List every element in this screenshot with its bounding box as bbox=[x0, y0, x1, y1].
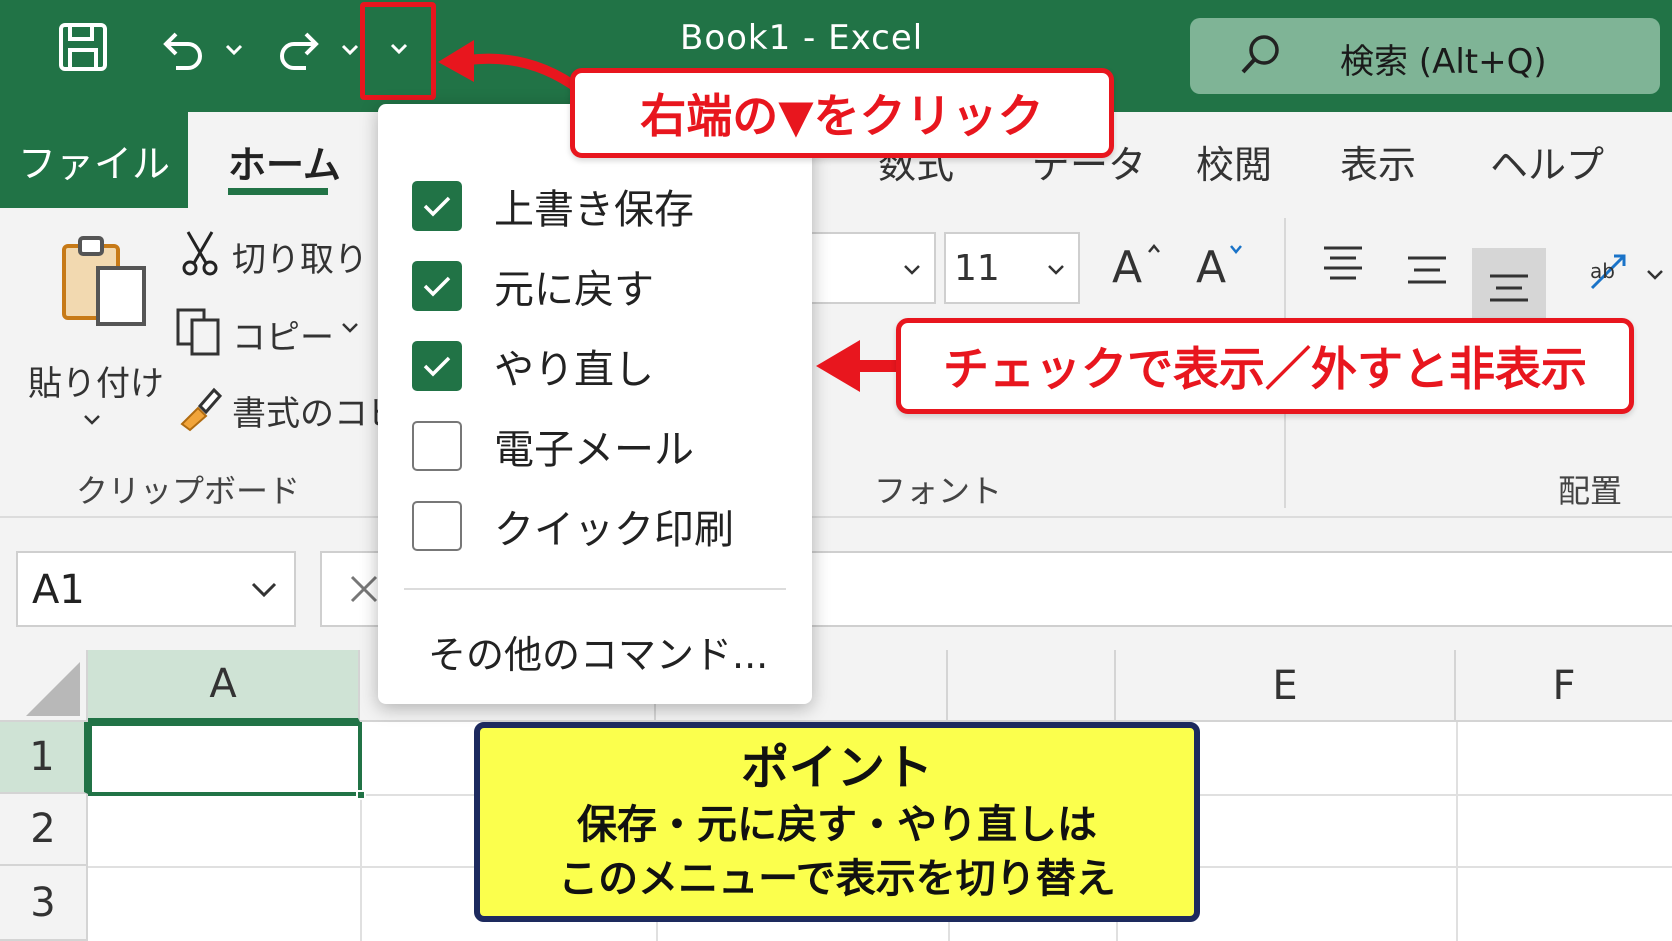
caret-down-icon bbox=[1228, 240, 1244, 259]
font-name-chevron-icon bbox=[902, 262, 922, 281]
active-cell-a1[interactable] bbox=[88, 722, 366, 800]
qat-chevron-highlight bbox=[360, 2, 436, 100]
undo-dropdown-chevron-icon[interactable] bbox=[222, 38, 246, 62]
cancel-x-icon[interactable] bbox=[348, 573, 380, 609]
column-header-f[interactable]: F bbox=[1456, 650, 1672, 722]
menu-item-email[interactable]: 電子メール bbox=[412, 416, 694, 476]
check-toggle-callout: チェックで表示／外すと非表示 bbox=[896, 318, 1634, 414]
text-orientation-icon: ab bbox=[1590, 254, 1626, 290]
font-size-chevron-icon bbox=[1046, 262, 1066, 281]
tab-view[interactable]: 表示 bbox=[1340, 134, 1416, 189]
row-header-2[interactable]: 2 bbox=[0, 794, 88, 866]
font-name-combo[interactable] bbox=[812, 232, 936, 304]
scissors-icon bbox=[180, 228, 220, 282]
checkbox-unchecked-icon[interactable] bbox=[412, 421, 462, 471]
name-box-chevron-icon bbox=[250, 581, 278, 603]
checkbox-checked-icon[interactable] bbox=[412, 181, 462, 231]
tab-help[interactable]: ヘルプ bbox=[1490, 134, 1604, 189]
tab-home-indicator bbox=[228, 188, 328, 195]
align-middle-icon bbox=[1408, 256, 1446, 284]
tab-file[interactable]: ファイル bbox=[0, 112, 188, 208]
menu-item-label: 上書き保存 bbox=[494, 187, 694, 233]
menu-item-label: クイック印刷 bbox=[494, 507, 734, 553]
caret-up-icon bbox=[1146, 240, 1162, 259]
format-painter-button[interactable]: 書式のコピー bbox=[176, 382, 436, 436]
window-title: Book1 - Excel bbox=[680, 18, 924, 58]
qat-customize-menu: 上書き保存 元に戻す やり直し 電子メール クイック印刷 その他のコマンド... bbox=[378, 104, 812, 704]
copy-icon bbox=[174, 306, 224, 360]
font-size-value: 11 bbox=[954, 248, 1000, 289]
copy-label: コピー bbox=[232, 318, 334, 358]
paste-label: 貼り付け bbox=[28, 364, 164, 404]
orientation-button[interactable]: ab bbox=[1584, 248, 1668, 304]
align-top-button[interactable] bbox=[1320, 244, 1370, 294]
tab-home[interactable]: ホーム bbox=[228, 134, 341, 189]
point-line-1: 保存・元に戻す・やり直しは bbox=[577, 802, 1097, 848]
menu-item-label: やり直し bbox=[494, 347, 654, 393]
more-commands-item[interactable]: その他のコマンド... bbox=[428, 624, 768, 679]
search-icon bbox=[1238, 32, 1282, 76]
menu-item-undo[interactable]: 元に戻す bbox=[412, 256, 654, 316]
align-top-icon bbox=[1324, 246, 1362, 280]
column-header-d[interactable] bbox=[948, 650, 1116, 722]
excel-window: Book1 - Excel 検索 (Alt+Q) ファイル ホーム 数式 データ… bbox=[0, 0, 1672, 941]
point-title: ポイント bbox=[740, 740, 933, 796]
column-header-a[interactable]: A bbox=[88, 650, 360, 722]
clipboard-icon bbox=[56, 232, 156, 336]
menu-item-label: 電子メール bbox=[494, 427, 694, 473]
search-placeholder: 検索 (Alt+Q) bbox=[1340, 42, 1547, 82]
name-box[interactable]: A1 bbox=[16, 551, 296, 627]
click-chevron-callout: 右端の▼をクリック bbox=[570, 68, 1114, 158]
alignment-group-label: 配置 bbox=[1558, 472, 1623, 510]
grow-font-label: A bbox=[1112, 242, 1143, 293]
menu-separator bbox=[404, 588, 786, 590]
orientation-chevron-icon bbox=[1646, 266, 1664, 285]
save-icon[interactable] bbox=[58, 22, 108, 72]
row-header-1[interactable]: 1 bbox=[0, 722, 88, 794]
menu-item-save[interactable]: 上書き保存 bbox=[412, 176, 694, 236]
grow-font-button[interactable]: A bbox=[1112, 242, 1172, 302]
menu-item-redo[interactable]: やり直し bbox=[412, 336, 654, 396]
checkbox-checked-icon[interactable] bbox=[412, 341, 462, 391]
tab-review[interactable]: 校閲 bbox=[1196, 134, 1272, 189]
gridline bbox=[1456, 722, 1458, 941]
checkbox-checked-icon[interactable] bbox=[412, 261, 462, 311]
paintbrush-icon bbox=[176, 384, 224, 436]
svg-text:ab: ab bbox=[1590, 259, 1615, 283]
paste-chevron-icon bbox=[82, 412, 102, 431]
menu-item-quick-print[interactable]: クイック印刷 bbox=[412, 496, 734, 556]
shrink-font-button[interactable]: A bbox=[1196, 242, 1256, 302]
copy-button[interactable]: コピー bbox=[174, 306, 364, 360]
fill-handle[interactable] bbox=[356, 790, 366, 800]
shrink-font-label: A bbox=[1196, 242, 1227, 293]
clipboard-group-label: クリップボード bbox=[76, 472, 301, 510]
align-middle-button[interactable] bbox=[1404, 252, 1454, 302]
select-all-corner[interactable] bbox=[0, 650, 88, 722]
copy-chevron-icon bbox=[340, 320, 360, 339]
cut-button[interactable]: 切り取り bbox=[180, 228, 370, 282]
column-header-row: A E F bbox=[0, 650, 1672, 722]
align-bottom-button[interactable] bbox=[1472, 248, 1546, 320]
menu-item-label: 元に戻す bbox=[494, 267, 654, 313]
font-group-label: フォント bbox=[874, 472, 1003, 510]
redo-dropdown-chevron-icon[interactable] bbox=[338, 38, 362, 62]
point-note: ポイント 保存・元に戻す・やり直しは このメニューで表示を切り替え bbox=[474, 722, 1200, 922]
align-bottom-icon bbox=[1490, 274, 1528, 302]
cut-label: 切り取り bbox=[232, 240, 368, 280]
undo-icon[interactable] bbox=[158, 24, 208, 74]
paste-button[interactable]: 貼り付け bbox=[20, 228, 164, 431]
column-header-e[interactable]: E bbox=[1116, 650, 1456, 722]
point-line-2: このメニューで表示を切り替え bbox=[558, 856, 1116, 902]
search-box[interactable]: 検索 (Alt+Q) bbox=[1190, 18, 1660, 94]
formula-bar: A1 bbox=[0, 520, 1672, 640]
name-box-value: A1 bbox=[32, 567, 85, 613]
font-size-combo[interactable]: 11 bbox=[944, 232, 1080, 304]
checkbox-unchecked-icon[interactable] bbox=[412, 501, 462, 551]
row-header-3[interactable]: 3 bbox=[0, 866, 88, 941]
redo-icon[interactable] bbox=[274, 24, 324, 74]
